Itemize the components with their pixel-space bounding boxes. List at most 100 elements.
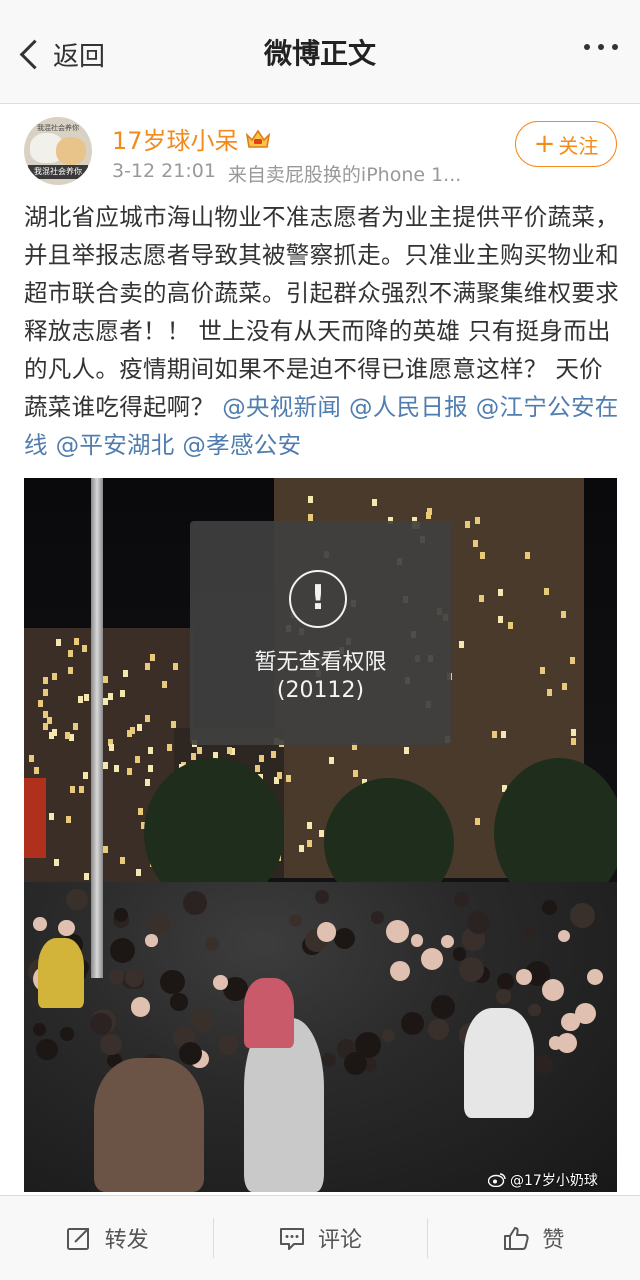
crowd-head [90,1013,112,1035]
post-source: 来自卖屁股换的iPhone 1... [227,164,462,186]
mention-link[interactable]: @央视新闻 [222,393,341,421]
crowd-head [145,934,158,947]
mention-link[interactable]: @平安湖北 [56,431,175,459]
crowd-head [114,908,128,922]
lit-window [64,731,70,739]
lit-window [474,517,480,525]
comment-button[interactable]: 评论 [213,1196,426,1280]
lit-window [29,754,35,762]
lit-window [307,839,313,847]
cat-image-2 [56,137,86,165]
lit-window [270,750,276,758]
lit-window [478,594,484,602]
crowd-head [314,889,329,905]
crowd-head [58,919,75,937]
lit-window [144,779,150,787]
more-options-button[interactable] [584,44,618,50]
follow-label: 关注 [558,133,599,158]
lit-window [277,772,283,780]
lit-window [52,673,58,681]
lit-window [352,770,358,778]
lit-window [543,588,549,596]
lit-window [42,677,48,685]
lit-window [307,495,313,503]
author-name: 17岁球小呆 [112,127,239,155]
lit-window [491,730,497,738]
crowd-head [205,937,219,951]
person [464,1008,534,1118]
watermark-text: @17岁小奶球 [510,1173,598,1189]
lit-window [102,845,108,853]
crowd-head [400,1012,424,1035]
lit-window [103,675,109,683]
comment-icon [279,1228,304,1250]
crowd-head [160,969,185,995]
lit-window [171,720,177,728]
crowd-head [454,892,469,907]
crowd-head [213,975,228,991]
crowd-head [557,1032,578,1053]
lit-window [318,829,324,837]
lit-window [196,747,202,755]
lit-window [173,663,179,671]
lit-window [498,616,504,624]
lit-window [425,512,431,520]
crowd-head [148,912,171,936]
avatar[interactable]: 我混社会养你 我混社会养你 [24,117,92,185]
crowd-head [317,922,337,942]
lit-window [138,807,144,815]
banner [24,778,46,858]
lit-window [458,640,464,648]
lit-window [42,688,48,696]
lit-window [114,764,120,772]
repost-label: 转发 [104,1228,149,1253]
permission-code: (20112) [276,678,365,703]
dot-icon [584,44,590,50]
mention-link[interactable]: @孝感公安 [182,431,301,459]
lit-window [464,520,470,528]
lit-window [49,812,55,820]
crowd-head [459,956,485,982]
lit-window [120,689,126,697]
crowd-head [124,968,143,988]
crowd-head [60,1027,74,1041]
lit-window [258,755,264,763]
lit-window [147,747,153,755]
permission-text: 暂无查看权限 [254,650,387,675]
lit-window [562,683,568,691]
lit-window [78,785,84,793]
lit-window [129,726,135,734]
lit-window [107,693,113,701]
permission-overlay: ! 暂无查看权限 (20112) [190,521,451,745]
post-meta: 3-12 21:01 来自卖屁股换的iPhone 1... [112,160,461,187]
lit-window [33,766,39,774]
mention-link[interactable]: @人民日报 [349,393,468,421]
post-content: 湖北省应城市海山物业不准志愿者为业主提供平价蔬菜，并且举报志愿者导致其被警察抓走… [24,198,620,464]
crowd-head [190,1007,215,1032]
lit-window [473,539,479,547]
repost-button[interactable]: 转发 [0,1196,213,1280]
dot-icon [612,44,618,50]
lit-window [69,734,75,742]
thumbs-up-icon [504,1227,529,1250]
crowd-head [33,917,47,931]
lit-window [82,771,88,779]
post-text: 湖北省应城市海山物业不准志愿者为业主提供平价蔬菜，并且举报志愿者导致其被警察抓走… [24,203,619,421]
crowd-head [371,911,384,924]
author-name-row[interactable]: 17岁球小呆 [112,121,271,156]
crowd-head [430,995,455,1020]
avatar-top-text: 我混社会养你 [37,124,79,132]
crowd-head [516,969,533,985]
lit-window [255,765,261,773]
avatar-caption: 我混社会养你 [28,165,88,179]
lit-window [546,688,552,696]
lit-window [67,650,73,658]
lit-window [227,746,233,754]
lit-window [73,722,79,730]
follow-button[interactable]: + 关注 [515,121,617,167]
lit-window [122,669,128,677]
like-label: 赞 [542,1228,565,1253]
lit-window [127,767,133,775]
like-button[interactable]: 赞 [426,1196,640,1280]
lit-window [524,552,530,560]
